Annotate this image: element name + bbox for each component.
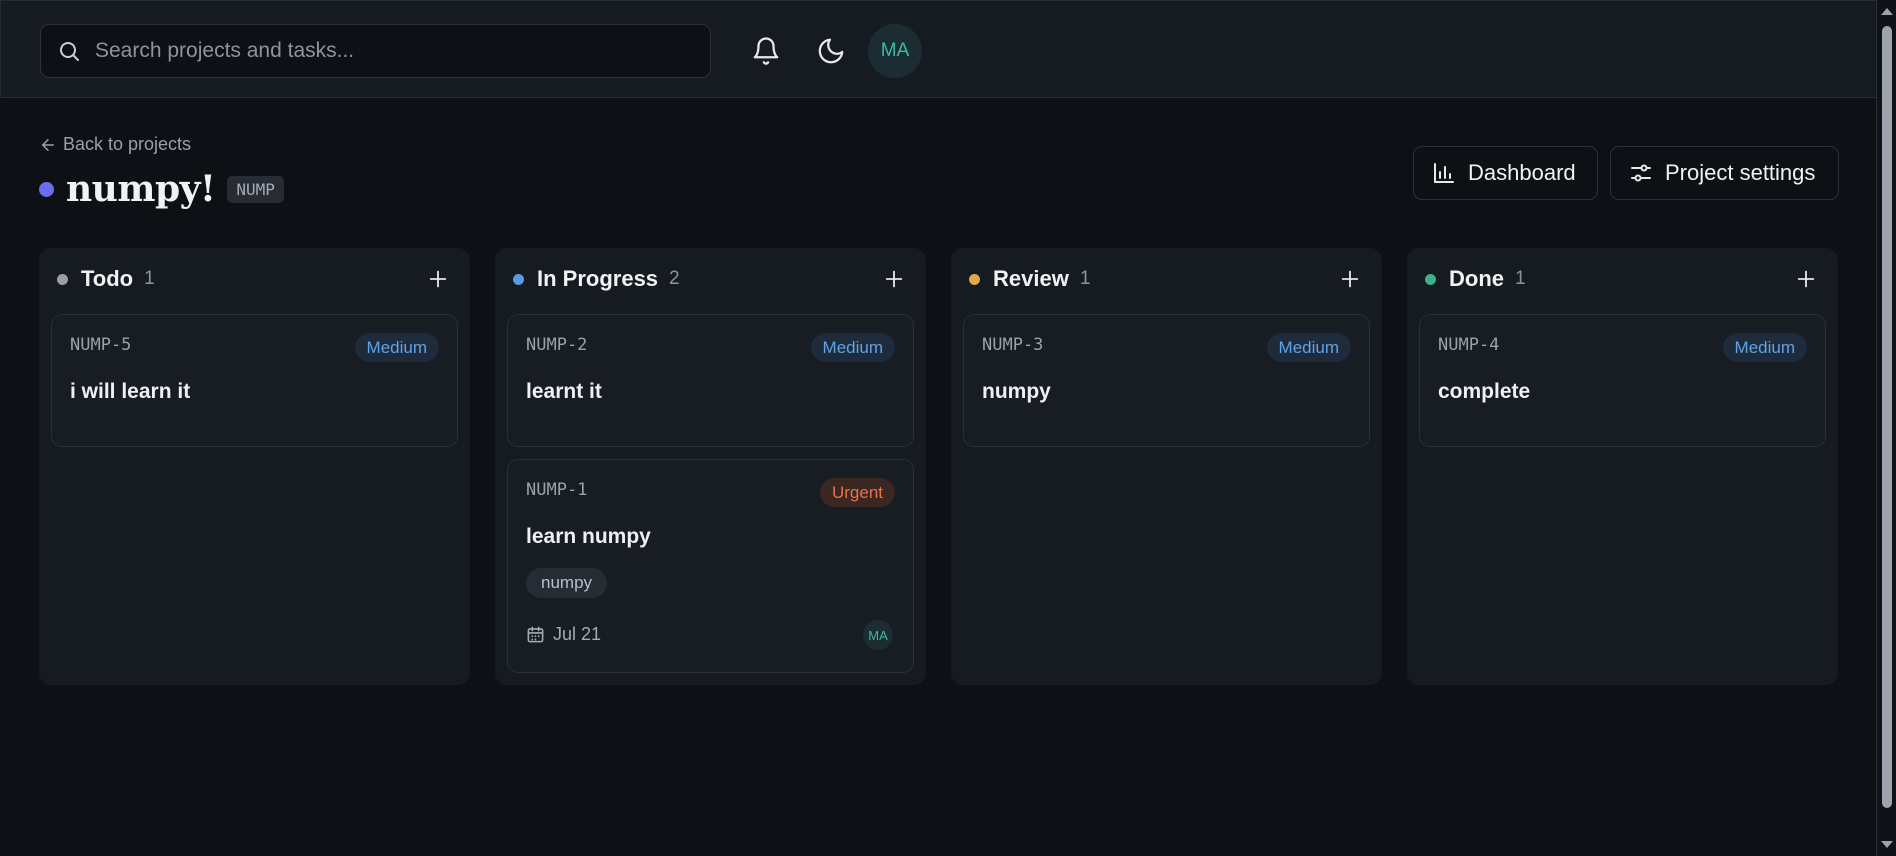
column-status-dot [1425, 273, 1436, 285]
search-box[interactable] [40, 24, 711, 78]
task-key: NUMP-4 [1438, 335, 1500, 355]
task-key: NUMP-1 [526, 480, 588, 500]
add-task-button[interactable] [1792, 265, 1820, 293]
column-status-dot [57, 273, 68, 285]
sliders-icon [1631, 164, 1651, 182]
column-in-progress: In Progress 2 NUMP-2 Medium learnt it NU… [495, 248, 926, 685]
add-task-button[interactable] [424, 265, 452, 293]
column-status-dot [969, 273, 980, 285]
task-title: i will learn it [70, 380, 191, 403]
theme-toggle-button[interactable] [807, 27, 855, 75]
scroll-thumb[interactable] [1882, 26, 1892, 808]
task-title: learn numpy [526, 525, 651, 548]
column-count: 1 [144, 268, 155, 289]
dashboard-button[interactable]: Dashboard [1413, 146, 1598, 200]
task-card[interactable]: NUMP-1 Urgent learn numpy numpy Jul 21 M… [507, 459, 914, 673]
project-settings-button[interactable]: Project settings [1610, 146, 1839, 200]
back-link-label: Back to projects [63, 134, 192, 154]
scroll-down-arrow[interactable] [1881, 841, 1893, 848]
column-title: Done [1449, 266, 1504, 291]
priority-badge: Urgent [819, 478, 895, 507]
task-key: NUMP-2 [526, 335, 588, 355]
back-to-projects-link[interactable]: Back to projects [39, 134, 191, 155]
column-review: Review 1 NUMP-3 Medium numpy [951, 248, 1382, 685]
dashboard-label: Dashboard [1468, 160, 1576, 185]
column-title: Review [993, 266, 1069, 291]
task-card[interactable]: NUMP-4 Medium complete [1419, 314, 1826, 447]
due-date: Jul 21 [526, 624, 601, 645]
add-task-button[interactable] [1336, 265, 1364, 293]
column-done: Done 1 NUMP-4 Medium complete [1407, 248, 1838, 685]
task-title: numpy [982, 380, 1051, 403]
moon-icon [818, 38, 844, 64]
column-count: 1 [1515, 268, 1526, 289]
column-status-dot [513, 273, 524, 285]
project-title-row: numpy! NUMP [39, 168, 284, 210]
due-date-text: Jul 21 [553, 624, 602, 644]
task-card[interactable]: NUMP-3 Medium numpy [963, 314, 1370, 447]
search-icon [60, 42, 79, 61]
project-key-badge: NUMP [227, 175, 284, 203]
column-header: Todo 1 [57, 266, 452, 292]
assignee-avatar: MA [863, 620, 893, 650]
calendar-icon [527, 626, 544, 643]
column-count: 1 [1079, 268, 1091, 289]
arrow-left-icon [42, 138, 54, 151]
scroll-up-arrow[interactable] [1881, 8, 1893, 15]
column-title: In Progress [537, 266, 659, 291]
search-input[interactable] [95, 39, 710, 63]
project-color-dot [39, 181, 54, 197]
task-card[interactable]: NUMP-5 Medium i will learn it [51, 314, 458, 447]
top-bar: MA [0, 0, 1876, 98]
project-settings-label: Project settings [1665, 160, 1816, 185]
column-title: Todo [81, 266, 134, 291]
column-header: Done 1 [1425, 266, 1820, 292]
priority-badge: Medium [354, 333, 439, 362]
notifications-button[interactable] [742, 27, 790, 75]
plus-icon [1341, 270, 1359, 288]
task-key: NUMP-5 [70, 335, 132, 355]
priority-badge: Medium [1722, 333, 1807, 362]
page-scrollbar[interactable] [1876, 0, 1896, 856]
column-count: 2 [669, 268, 680, 289]
task-title: complete [1438, 380, 1531, 403]
plus-icon [429, 270, 447, 288]
bar-chart-icon [1434, 163, 1454, 183]
column-header: In Progress 2 [513, 266, 908, 292]
task-card[interactable]: NUMP-2 Medium learnt it [507, 314, 914, 447]
plus-icon [885, 270, 903, 288]
priority-badge: Medium [1266, 333, 1351, 362]
task-label-chip: numpy [526, 568, 608, 598]
task-key: NUMP-3 [982, 335, 1044, 355]
page-title: numpy! [66, 168, 216, 210]
plus-icon [1797, 270, 1815, 288]
task-title: learnt it [526, 380, 602, 403]
priority-badge: Medium [810, 333, 895, 362]
column-todo: Todo 1 NUMP-5 Medium i will learn it [39, 248, 470, 685]
add-task-button[interactable] [880, 265, 908, 293]
user-avatar[interactable]: MA [868, 24, 922, 78]
bell-icon [753, 37, 779, 65]
column-header: Review 1 [969, 266, 1364, 292]
